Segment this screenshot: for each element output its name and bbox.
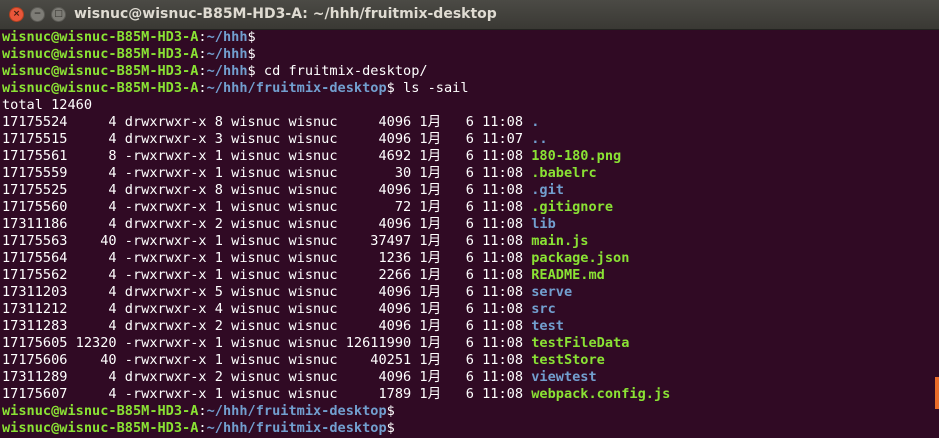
listing-row: 17175561 8 -rwxrwxr-x 1 wisnuc wisnuc 46… (2, 148, 939, 165)
prompt-user-host: wisnuc@wisnuc-B85M-HD3-A (2, 420, 199, 436)
listing-row: 17175606 40 -rwxrwxr-x 1 wisnuc wisnuc 4… (2, 352, 939, 369)
title-bar: × − □ wisnuc@wisnuc-B85M-HD3-A: ~/hhh/fr… (0, 0, 939, 30)
window-title: wisnuc@wisnuc-B85M-HD3-A: ~/hhh/fruitmix… (74, 6, 497, 22)
prompt-separator: : (198, 46, 207, 62)
file-listing: 17175524 4 drwxrwxr-x 8 wisnuc wisnuc 40… (2, 114, 939, 403)
prompt-separator: : (198, 420, 207, 436)
prompt-command: cd fruitmix-desktop/ (255, 63, 428, 79)
prompt-symbol: $ (386, 80, 395, 96)
prompt-path: ~/hhh/fruitmix-desktop (206, 403, 387, 419)
scrollbar-indicator[interactable] (935, 377, 939, 409)
prompt-user-host: wisnuc@wisnuc-B85M-HD3-A (2, 80, 199, 96)
terminal-output[interactable]: wisnuc@wisnuc-B85M-HD3-A:~/hhh$ wisnuc@wi… (2, 29, 939, 438)
prompt-symbol: $ (247, 29, 256, 45)
listing-row: 17311289 4 drwxrwxr-x 2 wisnuc wisnuc 40… (2, 369, 939, 386)
prompt-separator: : (198, 29, 207, 45)
listing-details: 17175607 4 -rwxrwxr-x 1 wisnuc wisnuc 17… (2, 386, 532, 402)
listing-row: 17175524 4 drwxrwxr-x 8 wisnuc wisnuc 40… (2, 114, 939, 131)
listing-row: 17175525 4 drwxrwxr-x 8 wisnuc wisnuc 40… (2, 182, 939, 199)
prompt-symbol: $ (386, 403, 395, 419)
prompt-line: wisnuc@wisnuc-B85M-HD3-A:~/hhh/fruitmix-… (2, 403, 939, 420)
listing-row: 17175607 4 -rwxrwxr-x 1 wisnuc wisnuc 17… (2, 386, 939, 403)
prompt-line: wisnuc@wisnuc-B85M-HD3-A:~/hhh/fruitmix-… (2, 420, 939, 437)
listing-details: 17175524 4 drwxrwxr-x 8 wisnuc wisnuc 40… (2, 114, 532, 130)
prompt-symbol: $ (247, 46, 256, 62)
close-icon[interactable]: × (9, 7, 24, 22)
trailing-prompts: wisnuc@wisnuc-B85M-HD3-A:~/hhh/fruitmix-… (2, 403, 939, 437)
listing-row: 17311212 4 drwxrwxr-x 4 wisnuc wisnuc 40… (2, 301, 939, 318)
listing-details: 17175605 12320 -rwxrwxr-x 1 wisnuc wisnu… (2, 335, 532, 351)
prompt-user-host: wisnuc@wisnuc-B85M-HD3-A (2, 63, 199, 79)
directory-name: .git (531, 182, 564, 198)
prompt-symbol: $ (386, 420, 395, 436)
listing-row: 17175563 40 -rwxrwxr-x 1 wisnuc wisnuc 3… (2, 233, 939, 250)
directory-name: lib (531, 216, 556, 232)
listing-row: 17175564 4 -rwxrwxr-x 1 wisnuc wisnuc 12… (2, 250, 939, 267)
prompt-line: wisnuc@wisnuc-B85M-HD3-A:~/hhh$ (2, 46, 939, 63)
file-name: main.js (531, 233, 589, 249)
prompt-line: wisnuc@wisnuc-B85M-HD3-A:~/hhh/fruitmix-… (2, 80, 939, 97)
file-name: testStore (531, 352, 605, 368)
listing-row: 17175515 4 drwxrwxr-x 3 wisnuc wisnuc 40… (2, 131, 939, 148)
listing-row: 17175559 4 -rwxrwxr-x 1 wisnuc wisnuc 30… (2, 165, 939, 182)
prompt-command: ls -sail (394, 80, 469, 96)
listing-details: 17175606 40 -rwxrwxr-x 1 wisnuc wisnuc 4… (2, 352, 532, 368)
directory-name: viewtest (531, 369, 597, 385)
prompt-separator: : (198, 63, 207, 79)
directory-name: serve (531, 284, 573, 300)
listing-details: 17311283 4 drwxrwxr-x 2 wisnuc wisnuc 40… (2, 318, 532, 334)
file-name: README.md (531, 267, 605, 283)
listing-details: 17175562 4 -rwxrwxr-x 1 wisnuc wisnuc 22… (2, 267, 532, 283)
file-name: .babelrc (531, 165, 597, 181)
listing-row: 17311283 4 drwxrwxr-x 2 wisnuc wisnuc 40… (2, 318, 939, 335)
listing-row: 17311186 4 drwxrwxr-x 2 wisnuc wisnuc 40… (2, 216, 939, 233)
file-name: .gitignore (531, 199, 614, 215)
prompt-user-host: wisnuc@wisnuc-B85M-HD3-A (2, 403, 199, 419)
file-name: webpack.config.js (531, 386, 671, 402)
prompt-path: ~/hhh/fruitmix-desktop (206, 80, 387, 96)
listing-details: 17175563 40 -rwxrwxr-x 1 wisnuc wisnuc 3… (2, 233, 532, 249)
directory-name: test (531, 318, 564, 334)
listing-details: 17311212 4 drwxrwxr-x 4 wisnuc wisnuc 40… (2, 301, 532, 317)
prompt-history: wisnuc@wisnuc-B85M-HD3-A:~/hhh$ wisnuc@wi… (2, 29, 939, 97)
listing-row: 17175562 4 -rwxrwxr-x 1 wisnuc wisnuc 22… (2, 267, 939, 284)
prompt-separator: : (198, 80, 207, 96)
listing-row: 17175605 12320 -rwxrwxr-x 1 wisnuc wisnu… (2, 335, 939, 352)
directory-name: src (531, 301, 556, 317)
listing-row: 17175560 4 -rwxrwxr-x 1 wisnuc wisnuc 72… (2, 199, 939, 216)
minimize-icon[interactable]: − (30, 7, 45, 22)
prompt-path: ~/hhh/fruitmix-desktop (206, 420, 387, 436)
listing-details: 17175564 4 -rwxrwxr-x 1 wisnuc wisnuc 12… (2, 250, 532, 266)
listing-row: 17311203 4 drwxrwxr-x 5 wisnuc wisnuc 40… (2, 284, 939, 301)
listing-details: 17311289 4 drwxrwxr-x 2 wisnuc wisnuc 40… (2, 369, 532, 385)
listing-details: 17311186 4 drwxrwxr-x 2 wisnuc wisnuc 40… (2, 216, 532, 232)
prompt-symbol: $ (247, 63, 256, 79)
listing-details: 17175559 4 -rwxrwxr-x 1 wisnuc wisnuc 30… (2, 165, 532, 181)
prompt-path: ~/hhh (206, 46, 248, 62)
prompt-line: wisnuc@wisnuc-B85M-HD3-A:~/hhh$ (2, 29, 939, 46)
prompt-line: wisnuc@wisnuc-B85M-HD3-A:~/hhh$ cd fruit… (2, 63, 939, 80)
listing-details: 17175515 4 drwxrwxr-x 3 wisnuc wisnuc 40… (2, 131, 532, 147)
prompt-user-host: wisnuc@wisnuc-B85M-HD3-A (2, 29, 199, 45)
directory-name: .. (531, 131, 548, 147)
prompt-separator: : (198, 403, 207, 419)
prompt-user-host: wisnuc@wisnuc-B85M-HD3-A (2, 46, 199, 62)
file-name: package.json (531, 250, 630, 266)
prompt-path: ~/hhh (206, 63, 248, 79)
file-name: testFileData (531, 335, 630, 351)
file-name: 180-180.png (531, 148, 622, 164)
listing-details: 17311203 4 drwxrwxr-x 5 wisnuc wisnuc 40… (2, 284, 532, 300)
maximize-icon[interactable]: □ (51, 7, 66, 22)
total-line: total 12460 (2, 97, 93, 113)
listing-details: 17175560 4 -rwxrwxr-x 1 wisnuc wisnuc 72… (2, 199, 532, 215)
listing-details: 17175525 4 drwxrwxr-x 8 wisnuc wisnuc 40… (2, 182, 532, 198)
prompt-path: ~/hhh (206, 29, 248, 45)
terminal-window: × − □ wisnuc@wisnuc-B85M-HD3-A: ~/hhh/fr… (0, 0, 939, 438)
directory-name: . (531, 114, 540, 130)
listing-details: 17175561 8 -rwxrwxr-x 1 wisnuc wisnuc 46… (2, 148, 532, 164)
